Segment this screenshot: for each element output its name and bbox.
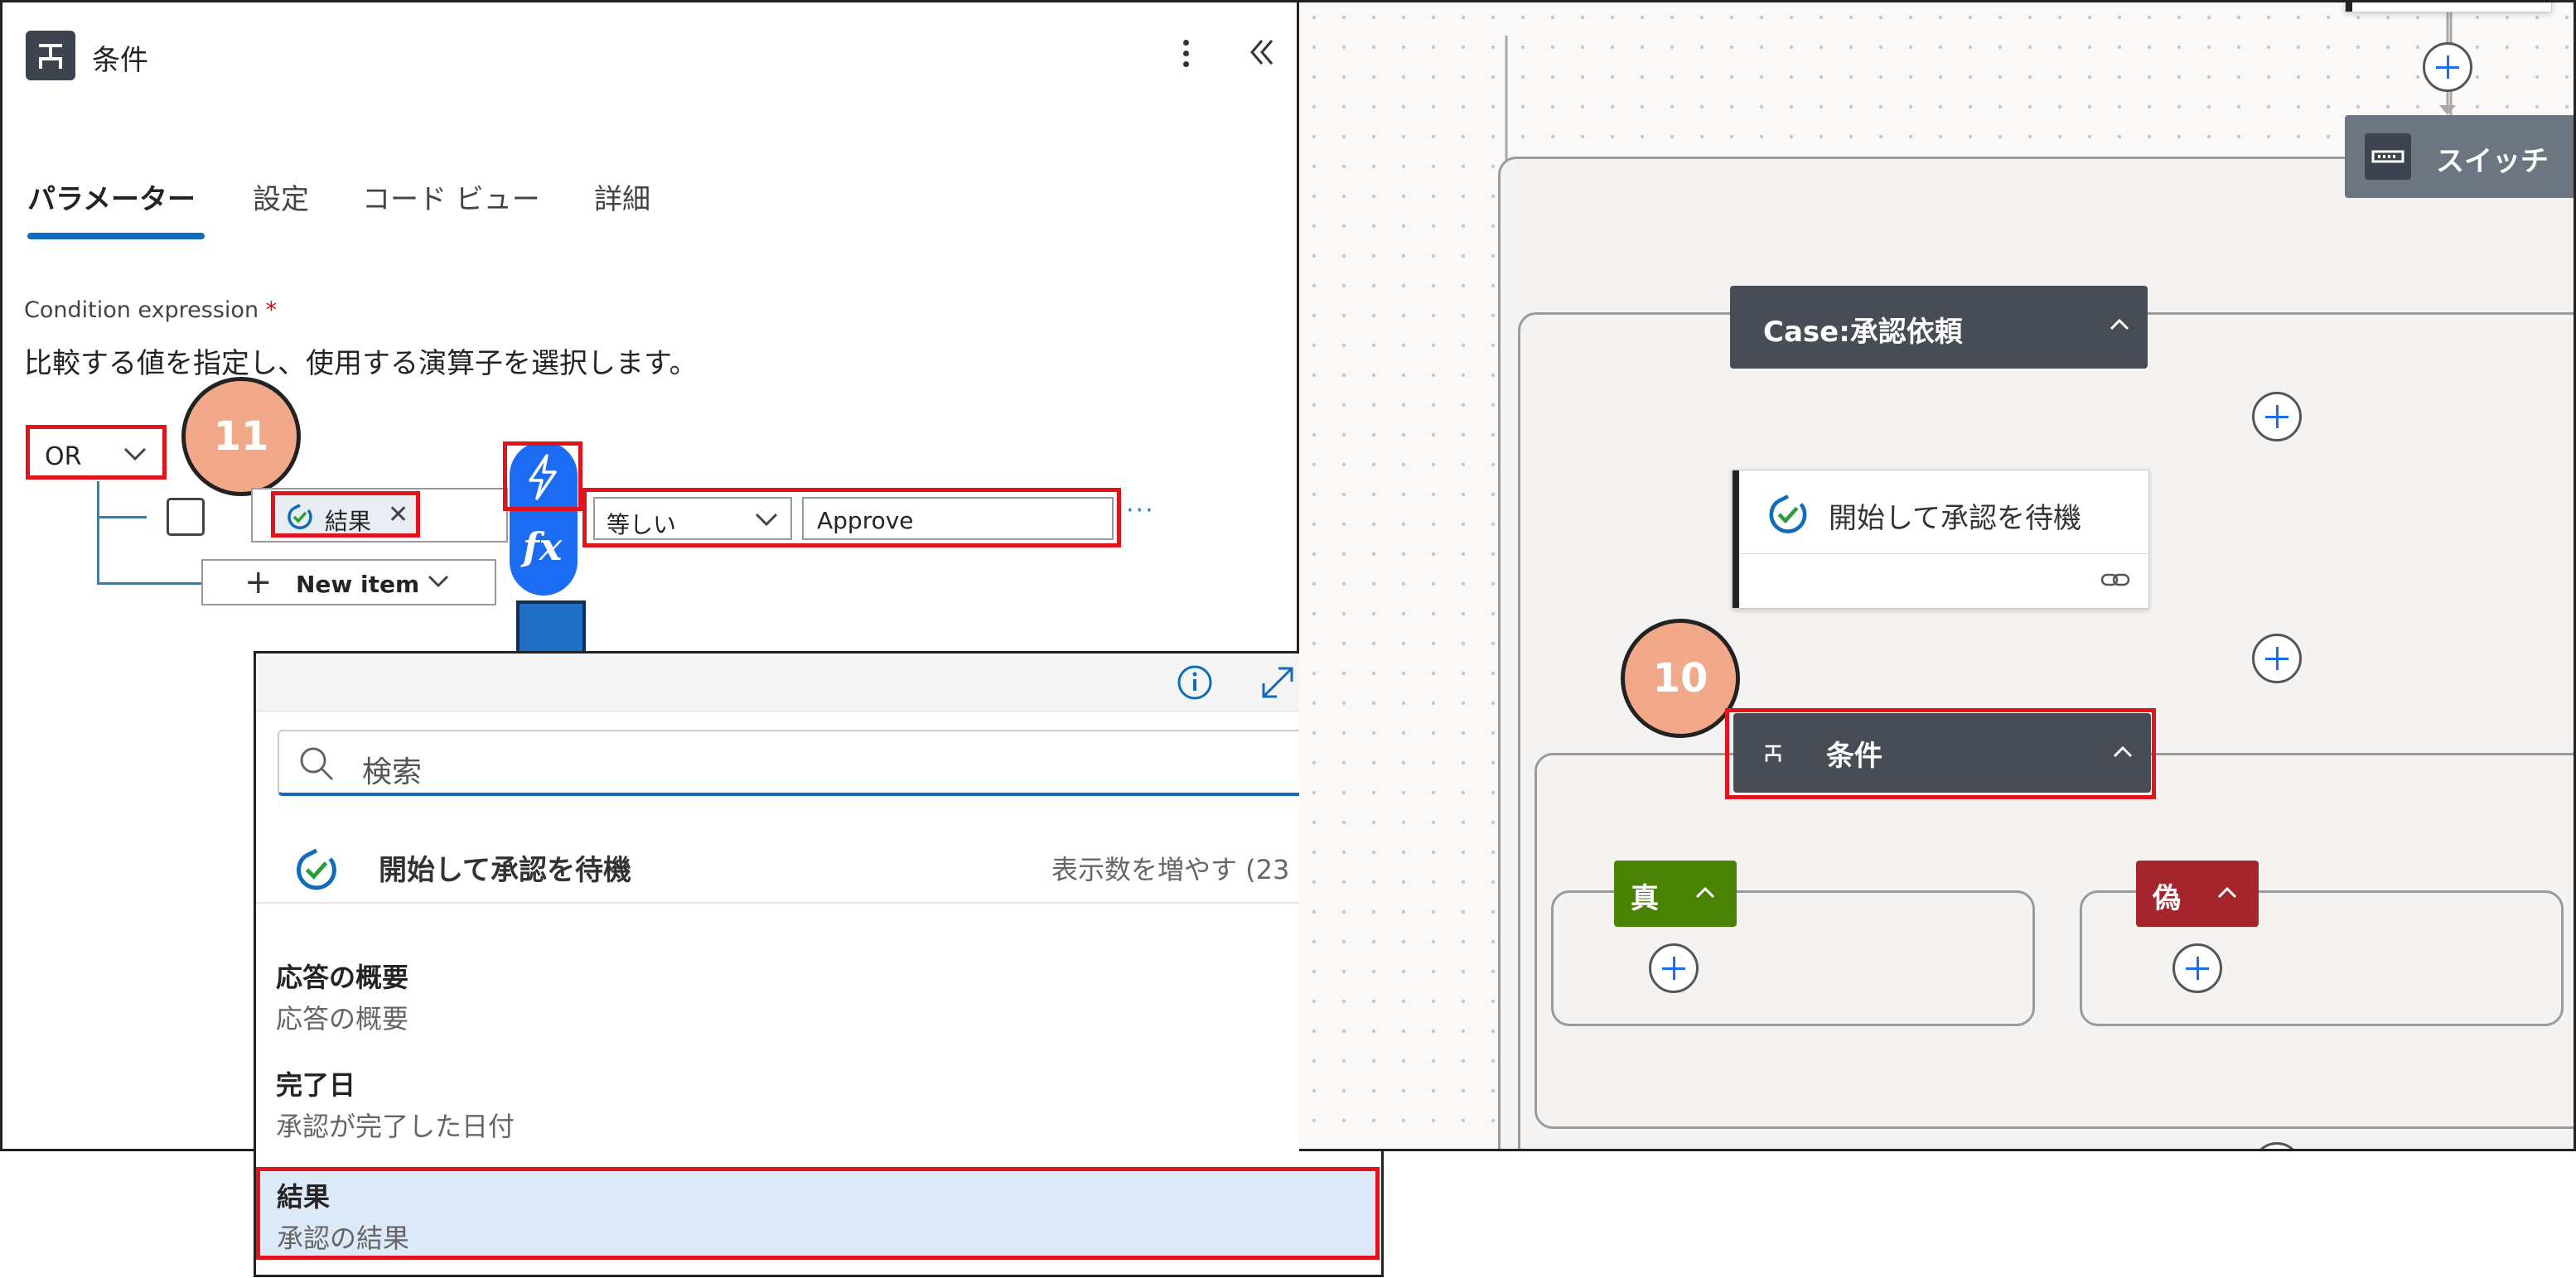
popup-header xyxy=(256,653,1381,711)
remove-token-icon[interactable]: ✕ xyxy=(388,500,408,529)
false-branch-node[interactable]: 偽 xyxy=(2136,861,2259,927)
operator-value-group: 等しい Approve xyxy=(582,488,1121,547)
info-icon[interactable] xyxy=(1176,663,1214,702)
action-group-header: 開始して承認を待機 表示数を増やす (23 件) xyxy=(256,827,1381,904)
switch-icon xyxy=(2365,133,2411,180)
true-branch-node[interactable]: 真 xyxy=(1614,861,1737,927)
chevron-down-icon xyxy=(123,447,147,461)
new-item-button[interactable]: + New item xyxy=(201,559,496,605)
previous-action-card[interactable] xyxy=(2345,2,2552,12)
right-operand-input[interactable]: Approve xyxy=(802,497,1114,540)
tree-connector xyxy=(97,582,203,585)
action-group-title: 開始して承認を待機 xyxy=(379,854,631,887)
step-badge-10: 10 xyxy=(1621,619,1740,738)
show-more-link[interactable]: 表示数を増やす (23 件) xyxy=(1051,849,1335,887)
tree-connector xyxy=(97,516,147,518)
result-token[interactable]: 結果 ✕ xyxy=(271,491,420,538)
expression-button[interactable]: fx xyxy=(523,524,562,569)
step-badge-11: 11 xyxy=(181,377,301,496)
operator-select[interactable]: 等しい xyxy=(593,497,792,540)
expand-icon[interactable] xyxy=(1259,663,1297,702)
chevron-down-icon xyxy=(755,513,778,527)
group-operator-select[interactable]: OR xyxy=(26,425,167,480)
dynamic-content-button[interactable] xyxy=(503,441,582,511)
row-checkbox[interactable] xyxy=(167,498,205,536)
add-true-action-button[interactable] xyxy=(1649,943,1699,993)
approval-action-card[interactable]: 開始して承認を待機 xyxy=(1732,470,2149,609)
add-action-button[interactable] xyxy=(2252,634,2302,683)
collapse-panel-icon[interactable] xyxy=(1245,36,1278,72)
tab-settings[interactable]: 設定 xyxy=(253,176,309,217)
dynamic-item-result[interactable]: 結果 承認の結果 xyxy=(256,1167,1380,1260)
tab-code-view[interactable]: コード ビュー xyxy=(362,176,540,217)
approval-icon xyxy=(288,504,312,530)
add-action-button[interactable] xyxy=(2423,42,2472,92)
condition-icon xyxy=(26,31,75,80)
chevron-up-icon[interactable] xyxy=(2216,884,2239,902)
plus-icon: + xyxy=(244,563,273,601)
active-tab-indicator xyxy=(27,233,205,239)
switch-node[interactable]: スイッチ xyxy=(2345,115,2574,198)
dynamic-item[interactable]: 完了日 承認が完了した日付 xyxy=(273,1059,1366,1150)
dynamic-item[interactable]: 応答の概要 応答の概要 xyxy=(273,952,1366,1043)
lightning-icon xyxy=(529,454,557,500)
dynamic-content-popup: 検索 開始して承認を待機 表示数を増やす (23 件) 応答の概要 応答の概要 … xyxy=(254,651,1384,1277)
group-operator-value: OR xyxy=(45,442,82,471)
row-more-icon[interactable]: ··· xyxy=(1126,496,1155,525)
approval-icon xyxy=(1769,494,1807,533)
case-node[interactable]: Case:承認依頼 xyxy=(1730,286,2148,369)
panel-title: 条件 xyxy=(92,44,148,77)
chevron-up-icon[interactable] xyxy=(2108,316,2131,334)
condition-description: 比較する値を指定し、使用する演算子を選択します。 xyxy=(24,347,698,380)
tab-details[interactable]: 詳細 xyxy=(594,176,650,217)
condition-node-highlight xyxy=(1725,708,2156,799)
search-input[interactable]: 検索 xyxy=(278,730,1370,796)
tab-parameters[interactable]: パラメーター xyxy=(27,176,196,217)
flow-canvas[interactable]: スイッチ Case:承認依頼 開始して承認を待機 10 条件 真 偽 xyxy=(1299,0,2576,1151)
approval-icon xyxy=(297,848,336,890)
condition-expression-label: Condition expression * xyxy=(24,297,278,323)
chevron-up-icon[interactable] xyxy=(1694,884,1717,902)
link-icon xyxy=(2100,573,2130,586)
add-action-button[interactable] xyxy=(2252,392,2302,441)
add-false-action-button[interactable] xyxy=(2172,943,2222,993)
chevron-down-icon xyxy=(428,575,449,588)
search-icon xyxy=(300,747,334,781)
more-options-icon[interactable] xyxy=(1177,37,1194,74)
tree-connector xyxy=(97,481,99,584)
